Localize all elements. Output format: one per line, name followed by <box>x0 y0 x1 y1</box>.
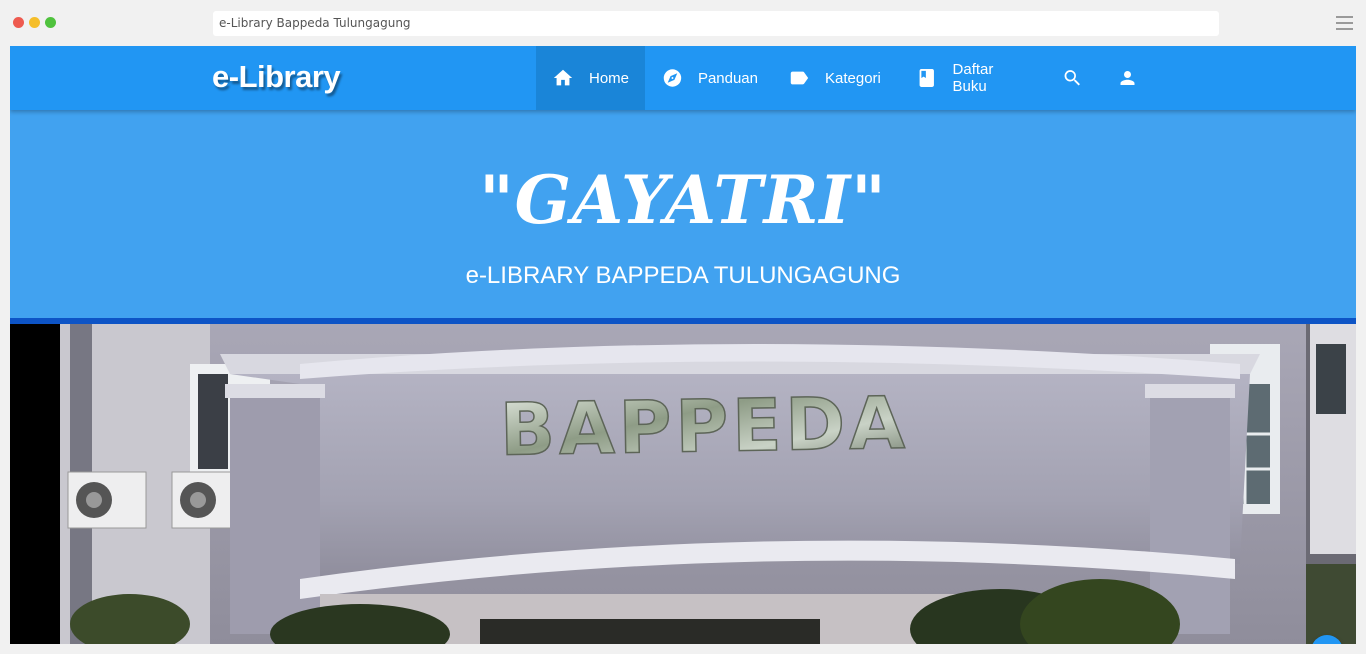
maximize-window-button[interactable] <box>45 17 56 28</box>
page-viewport: e-Library Home Panduan Kategori Daftar B… <box>10 46 1356 644</box>
nav-item-label: Kategori <box>825 69 881 87</box>
search-icon <box>1064 70 1080 86</box>
banner-photo: BAPPEDA <box>10 324 1356 644</box>
nav-item-label: Daftar Buku <box>952 61 994 95</box>
minimize-window-button[interactable] <box>29 17 40 28</box>
hero-subtitle: e-LIBRARY BAPPEDA TULUNGAGUNG <box>465 262 901 289</box>
main-nav: Home Panduan Kategori Daftar Buku <box>536 46 1154 110</box>
address-bar[interactable]: e-Library Bappeda Tulungagung <box>213 11 1219 36</box>
nav-item-home[interactable]: Home <box>536 46 645 110</box>
compass-icon <box>663 69 682 87</box>
nav-item-daftar-buku[interactable]: Daftar Buku <box>898 46 1044 110</box>
brand-logo[interactable]: e-Library <box>212 59 341 95</box>
user-icon <box>1120 71 1135 85</box>
book-icon <box>919 69 934 87</box>
hero-banner: "GAYATRI" e-LIBRARY BAPPEDA TULUNGAGUNG <box>10 110 1356 324</box>
nav-item-label: Home <box>589 69 630 87</box>
photo-right-edge <box>1306 324 1356 644</box>
nav-item-kategori[interactable]: Kategori <box>772 46 898 110</box>
hero-title: "GAYATRI" <box>479 161 887 239</box>
top-navbar: e-Library Home Panduan Kategori Daftar B… <box>10 46 1356 110</box>
browser-chrome: e-Library Bappeda Tulungagung <box>0 0 1366 46</box>
hamburger-menu-icon[interactable] <box>1336 16 1353 30</box>
label-icon <box>790 71 809 85</box>
nav-user-button[interactable] <box>1099 46 1154 110</box>
close-window-button[interactable] <box>13 17 24 28</box>
home-icon <box>553 69 573 86</box>
chevron-up-icon <box>1319 643 1335 644</box>
nav-search-button[interactable] <box>1044 46 1099 110</box>
building-photo: BAPPEDA <box>60 324 1306 644</box>
nav-item-panduan[interactable]: Panduan <box>645 46 772 110</box>
nav-item-label: Panduan <box>697 69 758 87</box>
bappeda-sign: BAPPEDA <box>499 381 909 472</box>
